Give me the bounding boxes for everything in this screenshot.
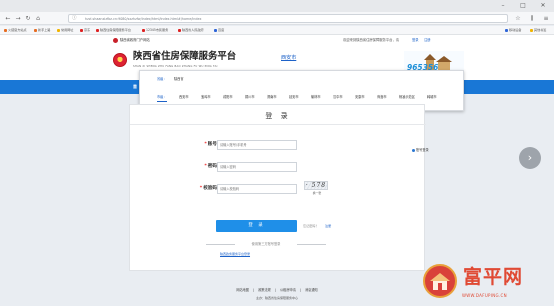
city-option[interactable]: 杨凌示范区 — [399, 92, 415, 102]
bookmark-item[interactable]: 京东 — [80, 27, 90, 34]
welcome-text: 欢迎来到陕西省住房保障服务平台，请 — [343, 38, 400, 42]
city-option[interactable]: 渭南市 — [267, 92, 277, 102]
footer-link-notice[interactable]: 消息通知 — [305, 288, 318, 292]
footer-separator: | — [299, 288, 301, 292]
emblem-small-icon — [113, 38, 118, 43]
site-subtitle: SHAN XI SHENG ZHU FANG BAO ZHANG FU WU P… — [133, 65, 218, 68]
city-option[interactable]: 商洛市 — [377, 92, 387, 102]
account-login-helper[interactable]: 账号登录 — [412, 147, 442, 153]
back-icon[interactable]: ← — [4, 14, 12, 23]
browser-title-bar: – □ ✕ — [0, 0, 554, 12]
folder-icon — [530, 28, 533, 32]
bookmarks-bar: 火狐官方站点 新手上路 常用网址 京东 陕西住房保障服务平台 12345市民服务… — [0, 26, 554, 35]
bookmark-icon — [214, 28, 217, 32]
register-link[interactable]: 注册 — [325, 223, 337, 229]
account-input[interactable] — [217, 140, 297, 150]
gov-portal-link[interactable]: 陕西省政府门户网站 — [120, 37, 150, 44]
third-party-divider: 使用第三方账号登录 — [206, 241, 326, 247]
title-divider — [130, 124, 426, 125]
divider-line — [297, 244, 326, 245]
bookmark-item[interactable]: 陕西住房保障服务平台 — [96, 27, 131, 34]
city-option[interactable]: 安康市 — [355, 92, 365, 102]
city-option[interactable]: 汉中市 — [333, 92, 343, 102]
bookmark-item[interactable]: 火狐官方站点 — [4, 27, 27, 34]
bookmark-star-icon[interactable]: ☆ — [514, 14, 522, 23]
bookmark-item[interactable]: 百度 — [214, 27, 224, 34]
forward-icon[interactable]: → — [14, 14, 22, 23]
lock-icon: ⓘ — [72, 16, 77, 21]
bookmark-item[interactable]: 陕西省人民政府 — [178, 27, 204, 34]
top-info-strip: 陕西省政府门户网站 欢迎来到陕西省住房保障服务平台，请 登录 注册 — [0, 35, 554, 47]
city-option[interactable]: 宝鸡市 — [201, 92, 211, 102]
captcha-label: *校验码 — [199, 186, 217, 191]
bookmark-item[interactable]: 其他书签 — [530, 27, 546, 34]
third-party-login-text: 使用第三方账号登录 — [251, 242, 281, 246]
address-bar[interactable]: ⓘ hzzl.shaanxizfbz.cn:9080/sxzhzfw/index… — [68, 14, 508, 23]
bookmark-icon — [142, 28, 145, 32]
city-option[interactable]: 延安市 — [289, 92, 299, 102]
bookmark-item[interactable]: 移动设备 — [505, 27, 521, 34]
footer-separator: | — [274, 288, 276, 292]
password-label: *密码 — [204, 164, 217, 169]
site-title: 陕西省住房保障服务平台 — [133, 51, 237, 62]
browser-toolbar: ← → ↻ ⌂ ⓘ hzzl.shaanxizfbz.cn:9080/sxzhz… — [0, 12, 554, 25]
bookmark-icon — [96, 28, 99, 32]
watermark: 富平网 WWW.DAFUPING.CN — [420, 262, 554, 306]
maximize-icon[interactable]: □ — [518, 2, 528, 10]
city-switch-link[interactable]: 西安市 — [281, 54, 305, 62]
top-login-link[interactable]: 登录 — [412, 37, 419, 44]
city-option[interactable]: 韩城市 — [427, 92, 437, 102]
folder-icon — [57, 28, 60, 32]
captcha-image[interactable]: · 578 — [304, 181, 328, 190]
bookmark-icon — [80, 28, 83, 32]
watermark-text: 富平网 — [463, 266, 524, 288]
captcha-refresh-link[interactable]: 换一张 — [310, 191, 324, 196]
city-option[interactable]: 榆林市 — [311, 92, 321, 102]
top-register-link[interactable]: 注册 — [424, 37, 431, 44]
menu-icon[interactable]: ≡ — [542, 14, 550, 23]
city-level-label: 市级： — [157, 92, 167, 102]
city-option[interactable]: 铜川市 — [245, 92, 255, 102]
gov-service-login-link[interactable]: 陕西政务服务平台登录 — [220, 251, 280, 257]
city-option[interactable]: 陕西省 — [174, 74, 184, 84]
bookmark-icon — [34, 28, 37, 32]
bookmark-item[interactable]: 12345市民服务 — [142, 27, 168, 34]
login-title: 登 录 — [265, 112, 291, 120]
footer-link-sitemap[interactable]: 网站地图 — [236, 288, 249, 292]
library-icon[interactable]: ⫼ — [528, 14, 536, 23]
home-icon[interactable]: ⌂ — [34, 14, 42, 23]
footer-separator: | — [253, 288, 255, 292]
password-input[interactable] — [217, 162, 297, 172]
url-text: hzzl.shaanxizfbz.cn:9080/sxzhzfw/index/h… — [85, 17, 202, 21]
city-option[interactable]: 西安市 — [179, 92, 189, 102]
city-option[interactable]: 咸阳市 — [223, 92, 233, 102]
account-label: *账号 — [204, 142, 217, 147]
minimize-icon[interactable]: – — [498, 2, 508, 10]
chevron-right-icon[interactable]: › — [519, 147, 541, 169]
national-emblem-icon — [113, 53, 127, 67]
province-label: 省级： — [157, 77, 167, 81]
captcha-input[interactable] — [217, 184, 297, 194]
login-card: 登 录 *账号 *密码 *校验码 · 578 换一张 登 录 忘记密码？ 注册 … — [129, 104, 426, 271]
bookmark-icon — [4, 28, 7, 32]
bookmark-item[interactable]: 新手上路 — [34, 27, 50, 34]
folder-icon — [505, 28, 508, 32]
watermark-url: WWW.DAFUPING.CN — [462, 293, 507, 298]
reload-icon[interactable]: ↻ — [24, 14, 32, 23]
watermark-logo-icon — [423, 264, 457, 298]
close-icon[interactable]: ✕ — [538, 2, 548, 10]
footer-link-policy[interactable]: 政策法规 — [258, 288, 271, 292]
pagoda-icon — [430, 273, 450, 290]
login-button[interactable]: 登 录 — [216, 220, 297, 232]
radio-dot-icon — [412, 148, 415, 152]
divider-line — [206, 244, 235, 245]
footer-link-apply[interactable]: 公租房申请 — [280, 288, 296, 292]
bookmark-item[interactable]: 常用网址 — [57, 27, 73, 34]
bookmark-icon — [178, 28, 181, 32]
